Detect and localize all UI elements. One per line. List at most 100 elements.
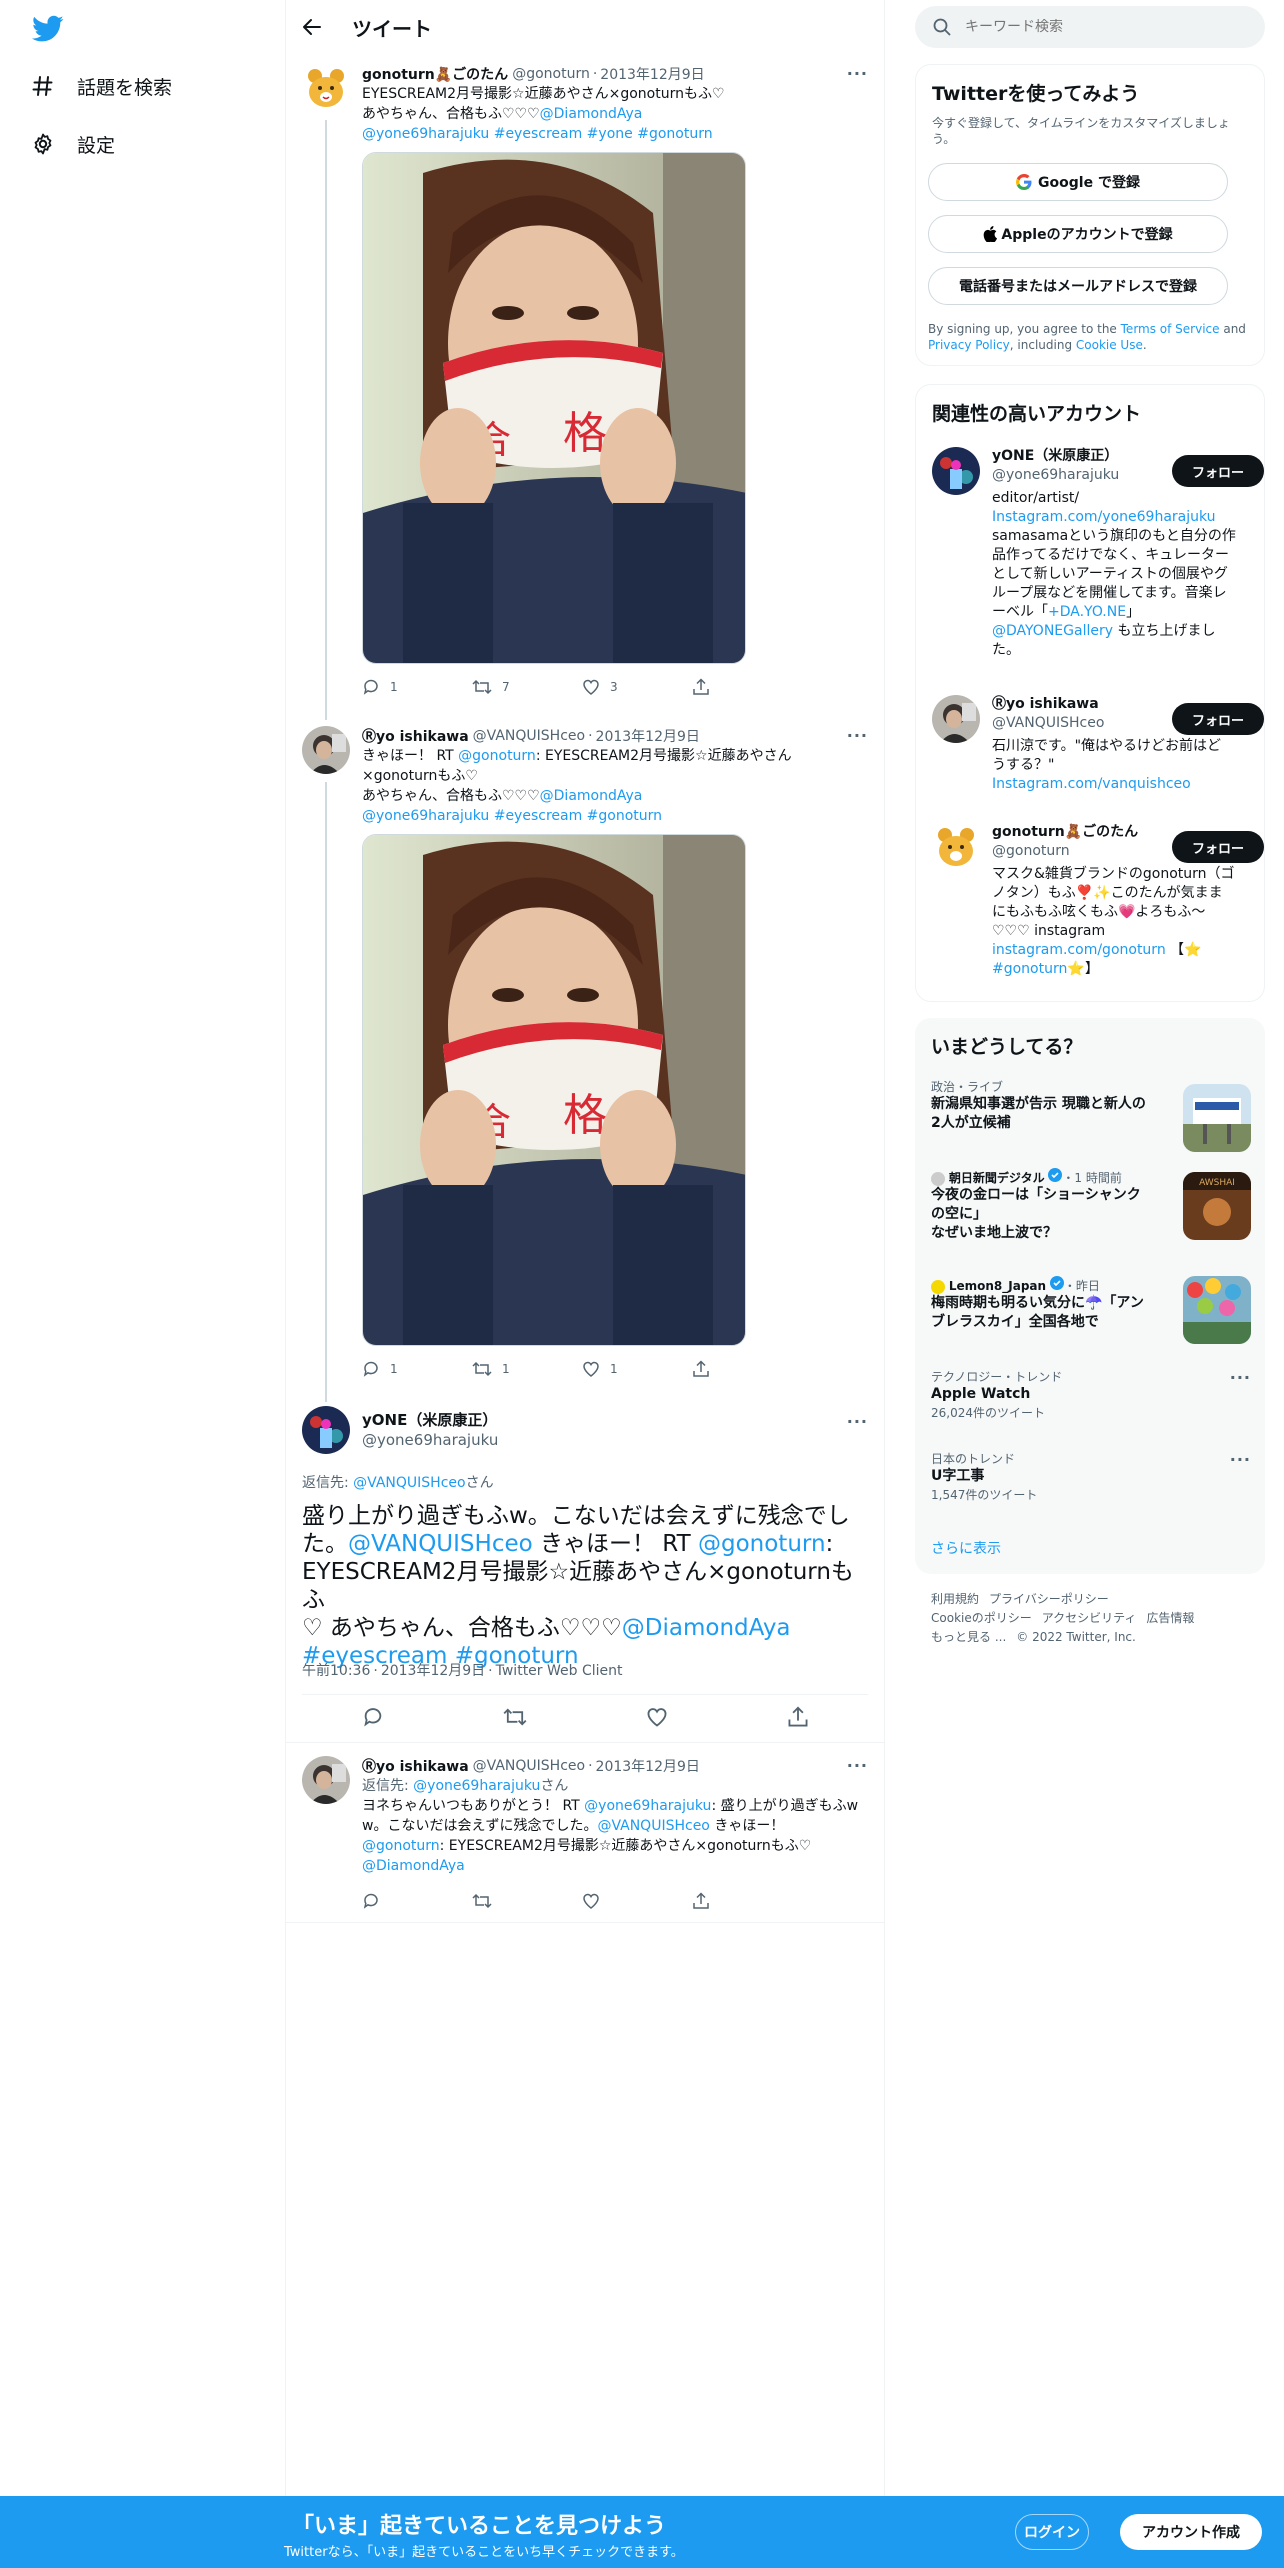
inline-link[interactable]: instagram.com/gonoturn (992, 942, 1166, 958)
share-button[interactable] (692, 1360, 802, 1378)
login-button[interactable]: ログイン (1015, 2514, 1089, 2550)
share-icon[interactable] (787, 1706, 809, 1728)
share-button[interactable] (692, 1892, 802, 1910)
more-icon[interactable]: ··· (847, 64, 868, 83)
inline-link[interactable]: @yone69harajuku (362, 126, 489, 142)
footer-link[interactable]: 広告情報 (1146, 1611, 1194, 1625)
signup-button[interactable]: アカウント作成 (1120, 2514, 1262, 2550)
account-card[interactable]: yONE（米原康正） @yone69harajuku editor/artist… (932, 447, 1264, 677)
follow-button[interactable]: フォロー (1172, 455, 1264, 487)
heart-icon[interactable] (646, 1706, 668, 1728)
avatar[interactable] (302, 64, 350, 112)
avatar[interactable] (302, 1756, 350, 1804)
like-button[interactable]: 1 (582, 1360, 692, 1378)
retweet-icon[interactable] (503, 1706, 527, 1728)
inline-link[interactable]: @gonoturn (458, 748, 536, 764)
footer-link[interactable]: プライバシーポリシー (989, 1592, 1109, 1606)
more-icon[interactable]: ··· (847, 726, 868, 745)
reply-to-link[interactable]: @VANQUISHceo (353, 1475, 465, 1491)
author-handle[interactable]: @VANQUISHceo (473, 728, 585, 744)
inline-link[interactable]: #yone (582, 126, 633, 142)
tweet[interactable]: gonoturn🧸ごのたん @gonoturn · 2013年12月9日 ···… (286, 64, 884, 714)
trend-item[interactable]: 政治・ライブ 新潟県知事選が告示 現職と新人の 2人が立候補 (931, 1078, 1251, 1152)
apple-signup-button[interactable]: Appleのアカウントで登録 (928, 215, 1228, 253)
tweet-date[interactable]: 2013年12月9日 (381, 1663, 485, 1679)
inline-link[interactable]: @DiamondAya (540, 788, 643, 804)
account-card[interactable]: Ⓡyo ishikawa @VANQUISHceo 石川涼です。"俺はやるけどお… (932, 695, 1264, 805)
reply-button[interactable]: 1 (362, 1360, 472, 1378)
more-icon[interactable]: ··· (847, 1756, 868, 1775)
avatar[interactable] (932, 447, 980, 495)
phone-email-signup-button[interactable]: 電話番号またはメールアドレスで登録 (928, 267, 1228, 305)
author-handle[interactable]: @VANQUISHceo (473, 1758, 585, 1774)
avatar[interactable] (932, 823, 980, 871)
reply-button[interactable]: 1 (362, 678, 472, 696)
inline-link[interactable]: @gonoturn (362, 1838, 440, 1854)
privacy-link[interactable]: Privacy Policy (928, 338, 1010, 352)
author-name[interactable]: yONE（米原康正） (362, 1410, 498, 1430)
inline-link[interactable]: @DiamondAya (622, 1615, 791, 1641)
inline-link[interactable]: @VANQUISHceo (597, 1818, 709, 1834)
more-icon[interactable]: ··· (847, 1412, 868, 1431)
author-handle[interactable]: @yone69harajuku (362, 1430, 498, 1450)
avatar[interactable] (302, 726, 350, 774)
inline-link[interactable]: @yone69harajuku (584, 1798, 711, 1814)
like-button[interactable] (582, 1892, 692, 1910)
trend-item[interactable]: 朝日新聞デジタル ・1 時間前 今夜の金ローは「ショーシャンク の空に」 なぜい… (931, 1168, 1251, 1258)
inline-link[interactable]: #gonoturn⭐ (992, 961, 1085, 977)
inline-link[interactable]: @gonoturn (698, 1531, 826, 1557)
retweet-button[interactable]: 7 (472, 678, 582, 696)
author-name[interactable]: gonoturn🧸ごのたん (362, 64, 508, 84)
author-name[interactable]: Ⓡyo ishikawa (362, 726, 469, 746)
tweet[interactable]: Ⓡyo ishikawa @VANQUISHceo · 2013年12月9日 ·… (286, 726, 884, 1386)
search-input[interactable] (965, 19, 1235, 35)
nav-settings[interactable]: 設定 (31, 124, 115, 164)
inline-link[interactable]: @yone69harajuku (362, 808, 489, 824)
reply-to-link[interactable]: @yone69harajuku (413, 1778, 540, 1794)
footer-link[interactable]: Cookieのポリシー (931, 1611, 1032, 1625)
follow-button[interactable]: フォロー (1172, 831, 1264, 863)
inline-link[interactable]: #eyescream (489, 126, 583, 142)
follow-button[interactable]: フォロー (1172, 703, 1264, 735)
terms-link[interactable]: Terms of Service (1121, 322, 1220, 336)
back-arrow-icon[interactable] (302, 17, 322, 37)
more-icon[interactable]: ··· (1230, 1450, 1251, 1469)
inline-link[interactable]: #gonoturn (582, 808, 662, 824)
inline-link[interactable]: @VANQUISHceo (348, 1531, 533, 1557)
tweet-photo[interactable]: 合 格 (362, 152, 746, 664)
tweet-time[interactable]: 午前10:36 (302, 1663, 370, 1679)
inline-link[interactable]: #gonoturn (633, 126, 712, 142)
author-handle[interactable]: @gonoturn (512, 66, 590, 82)
like-button[interactable]: 3 (582, 678, 692, 696)
avatar[interactable] (932, 695, 980, 743)
reply-icon[interactable] (362, 1706, 384, 1728)
footer-link[interactable]: アクセシビリティ (1042, 1611, 1137, 1625)
inline-link[interactable]: @DiamondAya (540, 106, 643, 122)
share-button[interactable] (692, 678, 802, 696)
trend-item[interactable]: Lemon8_Japan ・昨日 梅雨時期も明るい気分に☂️「アン ブレラスカイ… (931, 1276, 1251, 1348)
search-box[interactable] (915, 6, 1265, 48)
tweet-date[interactable]: 2013年12月9日 (600, 64, 704, 84)
inline-link[interactable]: Instagram.com/yone69harajuku (992, 509, 1216, 525)
account-card[interactable]: gonoturn🧸ごのたん @gonoturn マスク&雑貨ブランドのgonot… (932, 823, 1264, 993)
cookie-link[interactable]: Cookie Use (1076, 338, 1143, 352)
inline-link[interactable]: Instagram.com/vanquishceo (992, 776, 1191, 792)
tweet-date[interactable]: 2013年12月9日 (596, 726, 700, 746)
more-icon[interactable]: ··· (1230, 1368, 1251, 1387)
tweet[interactable]: Ⓡyo ishikawa @VANQUISHceo · 2013年12月9日 ·… (286, 1756, 884, 1926)
retweet-button[interactable]: 1 (472, 1360, 582, 1378)
twitter-logo-icon[interactable] (31, 14, 65, 44)
inline-link[interactable]: +DA.YO.NE (1048, 604, 1126, 620)
footer-link[interactable]: もっと見る ... (931, 1630, 1006, 1644)
google-signup-button[interactable]: Google で登録 (928, 163, 1228, 201)
tweet-date[interactable]: 2013年12月9日 (596, 1756, 700, 1776)
author-name[interactable]: Ⓡyo ishikawa (362, 1756, 469, 1776)
inline-link[interactable]: #eyescream (489, 808, 583, 824)
retweet-button[interactable] (472, 1892, 582, 1910)
tweet-photo[interactable]: 合 格 (362, 834, 746, 1346)
trend-item[interactable]: テクノロジー・トレンド Apple Watch 26,024件のツイート ··· (931, 1368, 1251, 1428)
inline-link[interactable]: @DiamondAya (362, 1858, 465, 1874)
inline-link[interactable]: @DAYONEGallery (992, 623, 1113, 639)
avatar[interactable] (302, 1406, 350, 1454)
footer-link[interactable]: 利用規約 (931, 1592, 979, 1606)
